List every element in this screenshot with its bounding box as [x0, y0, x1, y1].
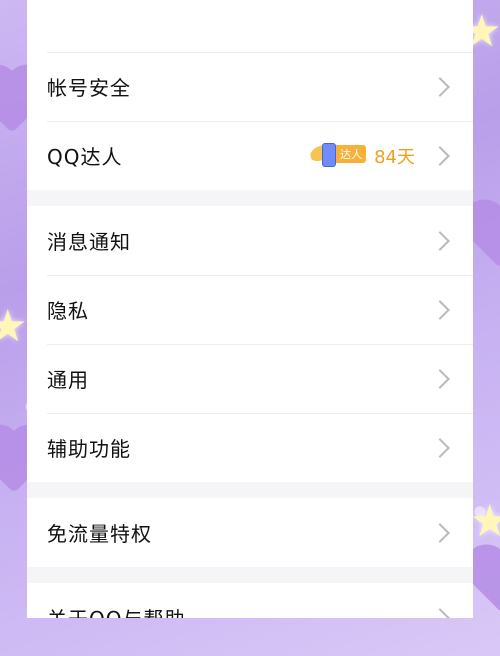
settings-row-data-privilege[interactable]: 免流量特权 [27, 498, 473, 567]
daren-days: 84天 [374, 146, 415, 168]
settings-row-partial[interactable] [27, 0, 473, 52]
row-label: QQ达人 [47, 145, 123, 169]
settings-row-account-security[interactable]: 帐号安全 [27, 52, 473, 121]
row-label: 帐号安全 [47, 76, 131, 100]
settings-row-general[interactable]: 通用 [27, 344, 473, 413]
row-label: 关于QQ与帮助 [47, 603, 433, 618]
row-label: 通用 [47, 368, 89, 392]
daren-badge-text: 达人 [340, 147, 363, 161]
group-divider [27, 482, 473, 498]
background-star-decoration: ★ [470, 496, 500, 547]
chevron-right-icon [430, 299, 450, 320]
row-label: 隐私 [47, 299, 89, 323]
chevron-right-icon [430, 607, 450, 618]
chevron-right-icon [430, 437, 450, 458]
settings-group-about: 关于QQ与帮助 [27, 583, 473, 618]
chevron-right-icon [430, 76, 450, 97]
row-label: 辅助功能 [47, 437, 131, 461]
settings-row-about-help[interactable]: 关于QQ与帮助 [27, 583, 473, 618]
settings-group-account: 帐号安全 QQ达人 达人 84天 [27, 0, 473, 190]
settings-group-privilege: 免流量特权 [27, 498, 473, 567]
chevron-right-icon [430, 230, 450, 251]
daren-wings-icon: 达人 [308, 142, 367, 169]
settings-row-qq-daren[interactable]: QQ达人 达人 84天 [27, 121, 473, 190]
settings-panel: 帐号安全 QQ达人 达人 84天 消息通知 隐私 通用 辅助功能 免流量特权 [27, 0, 473, 618]
background-star-decoration: ★ [0, 301, 28, 352]
settings-row-notifications[interactable]: 消息通知 [27, 206, 473, 275]
row-label: 消息通知 [47, 230, 131, 254]
settings-row-privacy[interactable]: 隐私 [27, 275, 473, 344]
row-label: 免流量特权 [47, 522, 152, 546]
group-divider [27, 567, 473, 583]
background-heart-decoration [468, 205, 500, 269]
daren-badge: 达人 84天 [308, 142, 423, 169]
settings-row-accessibility[interactable]: 辅助功能 [27, 413, 473, 482]
background-heart-decoration [470, 550, 500, 614]
chevron-right-icon [430, 145, 450, 166]
chevron-right-icon [430, 522, 450, 543]
group-divider [27, 190, 473, 206]
settings-group-general: 消息通知 隐私 通用 辅助功能 [27, 206, 473, 482]
chevron-right-icon [430, 368, 450, 389]
